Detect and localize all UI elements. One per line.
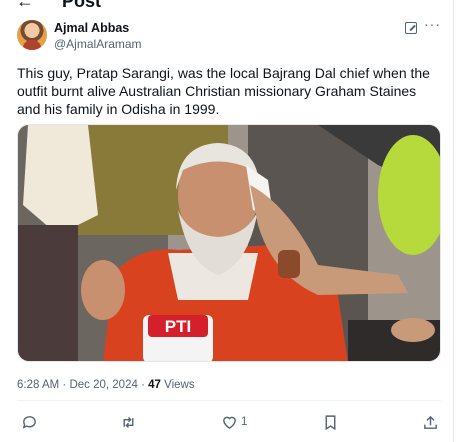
bookmark-button[interactable] (322, 413, 339, 431)
repost-button[interactable] (120, 413, 137, 431)
top-bar: ← Post (0, 0, 456, 12)
action-bar: 1 (17, 410, 441, 434)
reply-icon (22, 415, 36, 429)
meta-separator: · (141, 379, 145, 391)
views-count: 47 (148, 379, 161, 391)
author-name[interactable]: Ajmal Abbas (54, 21, 129, 35)
mic-logo-text: PTI (165, 317, 191, 336)
arrow-left-icon[interactable]: ← (16, 0, 34, 12)
share-button[interactable] (422, 413, 439, 431)
more-horizontal-icon[interactable]: ··· (424, 16, 441, 32)
column-border (453, 0, 454, 442)
like-button[interactable]: 1 (221, 413, 247, 431)
bookmark-icon (325, 414, 336, 430)
tweet-time[interactable]: 6:28 AM (17, 379, 59, 391)
avatar[interactable] (17, 20, 47, 50)
author-handle[interactable]: @AjmalAramam (54, 37, 142, 51)
tweet-meta: 6:28 AM · Dec 20, 2024 · 47 Views (17, 379, 195, 391)
repost-icon (123, 416, 134, 428)
divider (17, 400, 441, 401)
reply-button[interactable] (21, 413, 38, 431)
tweet-text: This guy, Pratap Sarangi, was the local … (17, 65, 430, 117)
tweet-date[interactable]: Dec 20, 2024 (69, 379, 137, 391)
like-count: 1 (241, 416, 248, 428)
tweet-image[interactable]: PTI (17, 124, 441, 362)
meta-separator: · (62, 379, 67, 391)
grok-icon[interactable] (405, 22, 417, 34)
heart-icon (223, 416, 236, 429)
tweet-header: Ajmal Abbas @AjmalAramam ··· (17, 16, 441, 54)
share-icon (424, 415, 437, 429)
views-label: Views (164, 379, 195, 391)
page-title: Post (62, 0, 102, 11)
